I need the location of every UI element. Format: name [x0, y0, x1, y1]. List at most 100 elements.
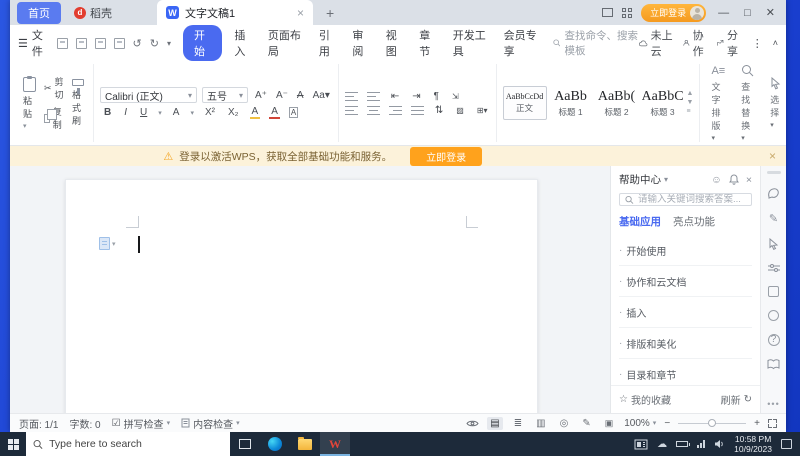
bold-icon[interactable]: B: [102, 107, 113, 118]
zoom-in-icon[interactable]: +: [754, 418, 760, 429]
paste-button[interactable]: 粘贴 ▾: [20, 75, 39, 130]
style-heading2[interactable]: AaBb( 标题 2: [595, 86, 639, 120]
style-heading1[interactable]: AaBb 标题 1: [549, 86, 593, 120]
taskbar-search[interactable]: [26, 432, 230, 456]
help-tab-highlight[interactable]: 亮点功能: [673, 214, 715, 229]
taskbar-clock[interactable]: 10:58 PM 10/9/2023: [734, 434, 772, 454]
more-menu-icon[interactable]: ⋮: [752, 37, 763, 50]
select-button[interactable]: 选择 ▾: [767, 77, 784, 129]
signature-icon[interactable]: ✎: [769, 212, 778, 225]
fit-page-icon[interactable]: ▣: [602, 417, 617, 430]
print-preview-icon[interactable]: [113, 37, 125, 49]
menu-tab-section[interactable]: 章节: [411, 25, 444, 61]
my-favorites-link[interactable]: 我的收藏: [631, 392, 671, 407]
read-view-icon[interactable]: ▥: [533, 417, 548, 430]
align-center-icon[interactable]: [366, 105, 380, 115]
help-item[interactable]: · 协作和云文档: [619, 266, 752, 297]
collaborate-button[interactable]: 协作: [683, 27, 707, 59]
collapse-ribbon-icon[interactable]: ˄: [773, 38, 778, 48]
styles-more-icon[interactable]: ≡: [687, 108, 694, 115]
select-tool-icon[interactable]: [768, 238, 779, 250]
clear-format-icon[interactable]: A: [295, 90, 306, 101]
style-normal[interactable]: AaBbCcDd 正文: [502, 86, 547, 120]
maximize-button[interactable]: □: [741, 7, 754, 19]
highlight-icon[interactable]: A: [249, 106, 261, 119]
font-name-select[interactable]: Calibri (正文) ▾: [100, 87, 198, 103]
bullet-list-icon[interactable]: [344, 91, 358, 101]
menu-tab-page-layout[interactable]: 页面布局: [260, 25, 311, 61]
menu-tab-view[interactable]: 视图: [378, 25, 411, 61]
shrink-font-icon[interactable]: A⁻: [274, 90, 290, 101]
minimize-button[interactable]: —: [715, 7, 732, 19]
style-heading3[interactable]: AaBbC( 标题 3: [641, 86, 685, 120]
underline-icon[interactable]: U: [138, 107, 149, 118]
assistant-icon[interactable]: [767, 187, 780, 199]
card-icon[interactable]: [768, 286, 779, 297]
menu-tab-member[interactable]: 会员专享: [496, 25, 547, 61]
document-page[interactable]: ▾: [65, 179, 538, 413]
styles-scroll-down-icon[interactable]: ▼: [687, 99, 694, 106]
help-search-input[interactable]: [637, 194, 746, 205]
styles-scroll-up-icon[interactable]: ▲: [687, 90, 694, 97]
web-view-icon[interactable]: ◎: [557, 417, 572, 430]
tab-docer[interactable]: d 稻壳: [61, 0, 125, 25]
word-count[interactable]: 字数: 0: [69, 416, 100, 431]
help-icon[interactable]: ?: [767, 334, 780, 346]
zoom-slider-knob[interactable]: [708, 418, 717, 427]
show-marks-icon[interactable]: ⇲: [450, 92, 461, 101]
help-close-icon[interactable]: ×: [746, 174, 752, 186]
start-button[interactable]: [0, 432, 26, 456]
italic-icon[interactable]: I: [122, 107, 129, 118]
text-effects-icon[interactable]: Aa▾: [311, 90, 332, 101]
borders-icon[interactable]: ⊞▾: [475, 106, 490, 115]
task-view-button[interactable]: [230, 432, 260, 456]
close-button[interactable]: ✕: [763, 6, 778, 19]
spell-check-button[interactable]: ☑ 拼写检查 ▾: [112, 416, 170, 431]
subscript-icon[interactable]: X₂: [226, 107, 241, 118]
rail-handle[interactable]: [766, 171, 781, 174]
help-item[interactable]: · 插入: [619, 297, 752, 328]
shading-icon[interactable]: ▨: [454, 106, 466, 115]
find-replace-button[interactable]: 查找替换 ▾: [738, 64, 757, 142]
superscript-icon[interactable]: X²: [203, 107, 217, 118]
align-left-icon[interactable]: [344, 105, 358, 115]
new-tab-button[interactable]: +: [321, 5, 339, 21]
page-view-icon[interactable]: ▤: [487, 416, 503, 430]
bell-icon[interactable]: [728, 174, 739, 185]
edge-button[interactable]: [260, 432, 290, 456]
align-right-icon[interactable]: [388, 105, 402, 115]
notification-login-button[interactable]: 立即登录: [410, 146, 483, 166]
redo-icon[interactable]: ↻: [150, 37, 159, 50]
onedrive-cloud-icon[interactable]: ☁: [657, 439, 667, 450]
contact-icon[interactable]: [768, 310, 779, 321]
zoom-level-button[interactable]: 100% ▾: [624, 418, 656, 429]
menu-tab-home[interactable]: 开始: [182, 25, 223, 61]
increase-indent-icon[interactable]: ⇥: [410, 91, 422, 102]
copy-button[interactable]: 复制: [44, 105, 64, 131]
file-menu[interactable]: ☰ 文件: [18, 27, 47, 59]
align-justify-icon[interactable]: [410, 105, 424, 115]
font-size-select[interactable]: 五号 ▾: [202, 87, 249, 103]
cut-button[interactable]: ✂ 剪切: [44, 75, 64, 101]
file-explorer-button[interactable]: [290, 432, 320, 456]
save-icon[interactable]: [56, 37, 68, 49]
tab-close-icon[interactable]: ×: [297, 6, 304, 20]
edit-mode-icon[interactable]: ✎: [579, 417, 593, 430]
help-tab-basic[interactable]: 基础应用: [619, 214, 661, 229]
command-search[interactable]: 查找命令、搜索模板: [553, 28, 639, 58]
feedback-smiley-icon[interactable]: ☺: [711, 174, 722, 186]
menu-tab-developer[interactable]: 开发工具: [445, 25, 496, 61]
eye-protect-icon[interactable]: [466, 419, 479, 428]
quickbar-dropdown-icon[interactable]: ▾: [167, 39, 171, 48]
news-widget-icon[interactable]: [634, 439, 648, 450]
paragraph-layout-icon[interactable]: ¶: [432, 91, 441, 102]
login-button[interactable]: 立即登录: [641, 3, 707, 22]
help-item[interactable]: · 目录和章节: [619, 359, 752, 385]
layout-restore-icon[interactable]: [602, 8, 614, 17]
cloud-sync-button[interactable]: 未上云: [638, 27, 673, 59]
help-item[interactable]: · 排版和美化: [619, 328, 752, 359]
help-search-box[interactable]: [619, 193, 752, 206]
taskbar-search-input[interactable]: [49, 438, 223, 450]
help-item[interactable]: · 开始使用: [619, 235, 752, 266]
adjust-sliders-icon[interactable]: [767, 263, 780, 273]
